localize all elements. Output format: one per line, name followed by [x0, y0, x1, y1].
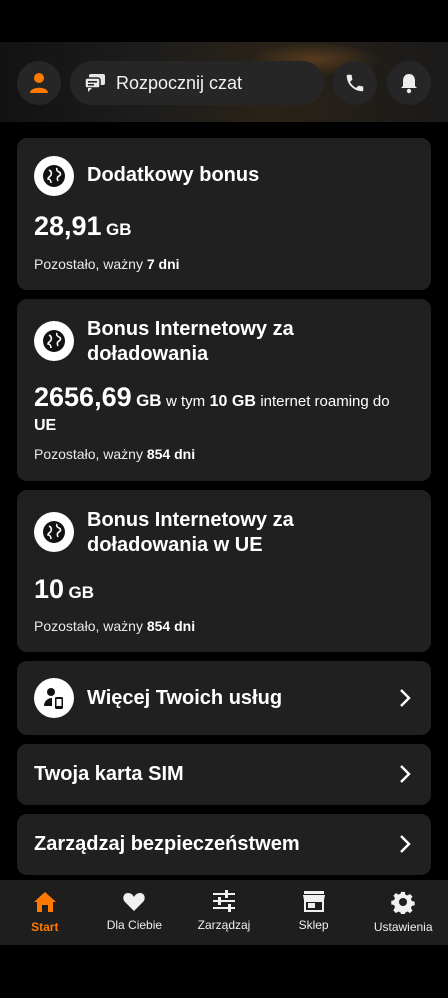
- chat-button[interactable]: Rozpocznij czat: [70, 61, 324, 105]
- bonus-card: Bonus Internetowy za doładowania 2656,69…: [17, 299, 431, 481]
- phone-icon: [346, 74, 364, 92]
- bottom-nav: Start Dla Ciebie Zarządzaj Sklep Ustawie…: [0, 880, 448, 945]
- globe-icon: [34, 512, 74, 552]
- nav-ustawienia[interactable]: Ustawienia: [358, 880, 448, 945]
- card-amount: 2656,69 GB w tym 10 GB internet roaming …: [34, 382, 390, 435]
- home-icon: [33, 892, 56, 912]
- nav-label: Start: [31, 920, 59, 934]
- person-icon: [30, 73, 48, 93]
- card-title: Dodatkowy bonus: [87, 164, 260, 186]
- more-services-row[interactable]: Więcej Twoich usług: [17, 661, 431, 735]
- nav-dla-ciebie[interactable]: Dla Ciebie: [90, 880, 180, 945]
- security-row[interactable]: Zarządzaj bezpieczeństwem: [17, 814, 431, 875]
- chevron-right-icon: [400, 765, 411, 783]
- globe-icon: [34, 321, 74, 361]
- chat-bubble-icon: [84, 74, 105, 92]
- bonus-card: Dodatkowy bonus 28,91 GB Pozostało, ważn…: [17, 138, 431, 290]
- person-phone-icon: [34, 678, 74, 718]
- card-validity: Pozostało, ważny 7 dni: [34, 256, 180, 272]
- security-label: Zarządzaj bezpieczeństwem: [34, 833, 300, 855]
- nav-label: Dla Ciebie: [106, 918, 163, 932]
- chat-label: Rozpocznij czat: [116, 72, 243, 93]
- card-validity: Pozostało, ważny 854 dni: [34, 446, 196, 462]
- globe-icon: [34, 156, 74, 196]
- nav-start[interactable]: Start: [0, 880, 90, 945]
- bonus-card: Bonus Internetowy za doładowania w UE 10…: [17, 490, 431, 652]
- card-validity: Pozostało, ważny 854 dni: [34, 618, 196, 634]
- sim-card-row[interactable]: Twoja karta SIM: [17, 744, 431, 805]
- sim-card-label: Twoja karta SIM: [34, 763, 184, 785]
- heart-icon: [123, 893, 146, 911]
- nav-label: Zarządzaj: [197, 918, 251, 932]
- chevron-right-icon: [400, 835, 411, 853]
- card-amount: 10 GB: [34, 574, 94, 604]
- nav-sklep[interactable]: Sklep: [269, 880, 359, 945]
- card-amount: 28,91 GB: [34, 211, 132, 241]
- card-title: Bonus Internetowy za doładowania: [87, 318, 294, 365]
- notifications-button[interactable]: [387, 61, 431, 105]
- sliders-icon: [212, 890, 235, 912]
- more-services-label: Więcej Twoich usług: [87, 687, 283, 709]
- profile-button[interactable]: [17, 61, 61, 105]
- nav-label: Ustawienia: [373, 920, 433, 934]
- call-button[interactable]: [333, 61, 377, 105]
- card-title: Bonus Internetowy za doładowania w UE: [87, 509, 294, 556]
- bell-icon: [401, 74, 417, 94]
- gear-icon: [391, 891, 415, 914]
- shop-icon: [302, 891, 325, 912]
- chevron-right-icon: [400, 689, 411, 707]
- nav-zarzadzaj[interactable]: Zarządzaj: [179, 880, 269, 945]
- nav-label: Sklep: [298, 918, 329, 932]
